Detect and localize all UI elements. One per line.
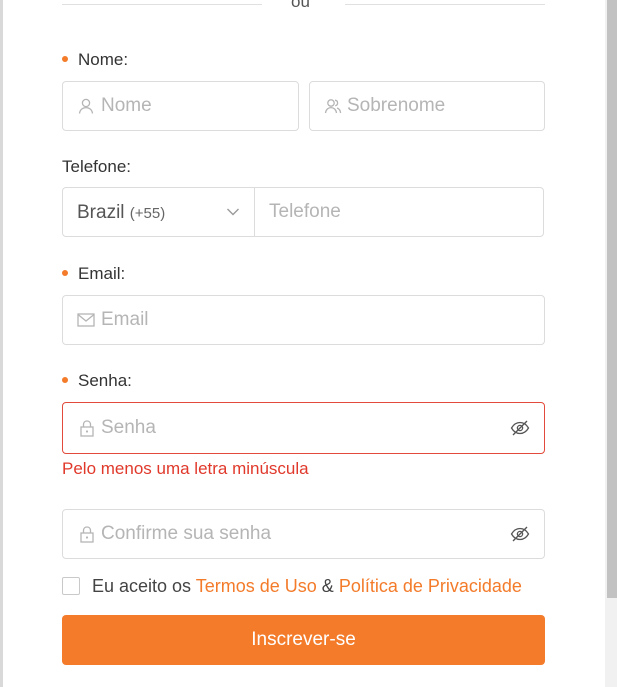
page-left-border	[0, 0, 3, 687]
scrollbar-thumb[interactable]	[607, 0, 617, 598]
phone-field: Brazil (+55)	[62, 187, 544, 237]
terms-text: Eu aceito os Termos de Uso & Política de…	[92, 576, 522, 596]
first-name-input[interactable]	[101, 82, 291, 130]
email-label: Email:	[62, 264, 125, 284]
lock-icon	[80, 420, 94, 437]
required-dot	[62, 269, 68, 276]
email-input[interactable]	[101, 296, 521, 344]
country-separator	[254, 188, 255, 236]
divider-line-left	[62, 4, 262, 5]
last-name-input[interactable]	[347, 82, 537, 130]
lock-icon	[80, 526, 94, 543]
last-name-field[interactable]	[309, 81, 545, 131]
password-input[interactable]	[101, 403, 501, 453]
privacy-policy-link[interactable]: Política de Privacidade	[339, 576, 522, 596]
eye-off-icon[interactable]	[510, 526, 530, 542]
first-name-field[interactable]	[62, 81, 299, 131]
terms-checkbox[interactable]	[62, 577, 80, 595]
divider-text: ou	[291, 0, 310, 11]
country-code: (+55)	[129, 205, 166, 222]
signup-button[interactable]: Inscrever-se	[62, 615, 545, 665]
phone-input[interactable]	[269, 188, 529, 236]
terms-of-use-link[interactable]: Termos de Uso	[196, 576, 317, 596]
name-label: Nome:	[62, 50, 128, 70]
password-field[interactable]	[62, 402, 545, 454]
chevron-down-icon[interactable]	[226, 207, 240, 217]
eye-off-icon[interactable]	[510, 420, 530, 436]
country-select[interactable]: Brazil (+55)	[77, 202, 165, 224]
phone-label: Telefone:	[62, 157, 132, 176]
password-label: Senha:	[62, 371, 132, 391]
confirm-password-input[interactable]	[101, 510, 501, 558]
divider-line-right	[345, 4, 545, 5]
user-icon	[78, 98, 94, 114]
email-field[interactable]	[62, 295, 545, 345]
confirm-password-field[interactable]	[62, 509, 545, 559]
envelope-icon	[77, 313, 95, 327]
users-icon	[324, 99, 342, 114]
required-dot	[62, 55, 68, 62]
country-name: Brazil	[77, 202, 125, 223]
password-error-message: Pelo menos uma letra minúscula	[62, 459, 309, 478]
required-dot	[62, 376, 68, 383]
